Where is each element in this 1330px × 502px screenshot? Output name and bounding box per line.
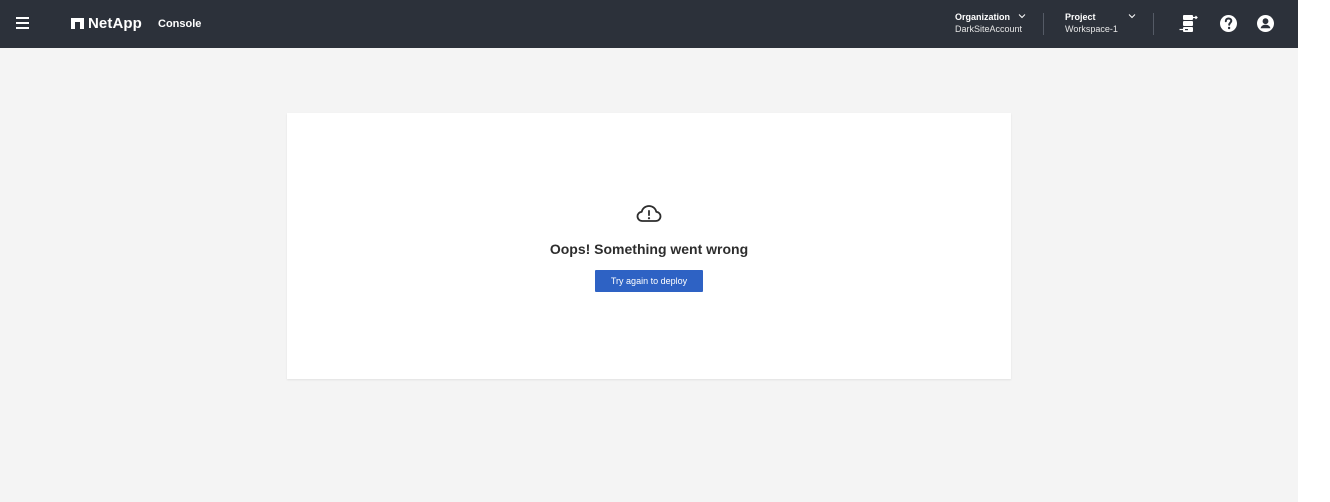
cloud-alert-icon xyxy=(636,205,662,222)
netapp-logo[interactable]: NetApp xyxy=(71,15,142,32)
menu-icon[interactable] xyxy=(16,17,29,29)
organization-value: DarkSiteAccount xyxy=(955,24,1023,34)
project-value: Workspace-1 xyxy=(1065,24,1118,34)
try-again-button[interactable]: Try again to deploy xyxy=(595,270,703,292)
app-window: NetApp Console Organization DarkSiteAcco… xyxy=(0,0,1298,502)
header-divider xyxy=(1153,13,1154,35)
chevron-down-icon xyxy=(1018,14,1026,19)
top-navigation-bar: NetApp Console Organization DarkSiteAcco… xyxy=(0,0,1298,48)
project-selector[interactable]: Project Workspace-1 xyxy=(1065,11,1139,36)
help-icon[interactable] xyxy=(1219,14,1238,33)
error-card: Oops! Something went wrong Try again to … xyxy=(287,113,1011,379)
netapp-logo-icon xyxy=(71,18,84,29)
chevron-down-icon xyxy=(1128,14,1136,19)
error-title: Oops! Something went wrong xyxy=(549,241,749,257)
app-name: Console xyxy=(158,18,202,30)
connector-icon[interactable] xyxy=(1179,14,1198,33)
header-divider xyxy=(1043,13,1044,35)
user-icon[interactable] xyxy=(1256,14,1275,33)
organization-selector[interactable]: Organization DarkSiteAccount xyxy=(955,11,1029,36)
brand-name: NetApp xyxy=(88,15,142,32)
